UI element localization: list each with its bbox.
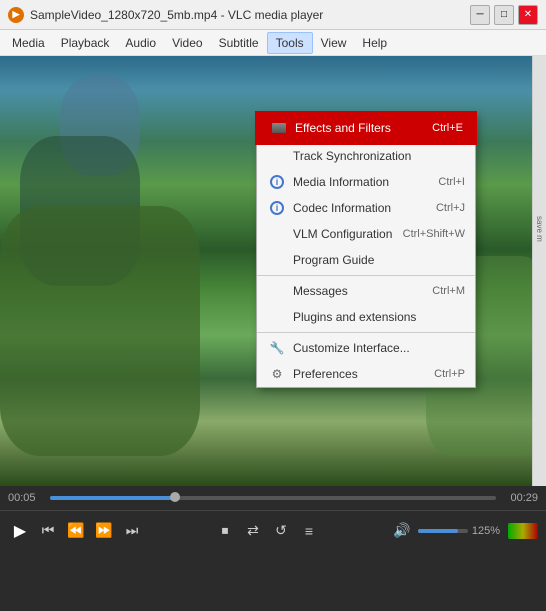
menu-preferences[interactable]: ⚙ Preferences Ctrl+P (257, 361, 475, 387)
menu-effects-filters[interactable]: Effects and Filters Ctrl+E (257, 113, 475, 143)
menu-customize[interactable]: 🔧 Customize Interface... (257, 335, 475, 361)
menu-codec-info[interactable]: i Codec Information Ctrl+J (257, 195, 475, 221)
toggle-button[interactable]: ⏹ (213, 519, 237, 543)
menu-media-info[interactable]: i Media Information Ctrl+I (257, 169, 475, 195)
current-time: 00:05 (8, 492, 44, 504)
track-sync-icon (267, 148, 287, 164)
messages-shortcut: Ctrl+M (432, 285, 465, 297)
volume-area: 🔊 125% (390, 519, 538, 543)
customize-label: Customize Interface... (293, 341, 465, 355)
plugins-label: Plugins and extensions (293, 310, 465, 324)
extra-button[interactable]: ≡ (297, 519, 321, 543)
play-button[interactable]: ▶ (8, 519, 32, 543)
messages-icon (267, 283, 287, 299)
separator-2 (257, 332, 475, 333)
next-frame-button[interactable]: ⏩ (92, 519, 116, 543)
progress-fill (50, 496, 175, 500)
media-info-shortcut: Ctrl+I (438, 176, 465, 188)
volume-gradient-indicator (508, 523, 538, 539)
preferences-label: Preferences (293, 367, 426, 381)
effects-label: Effects and Filters (295, 121, 424, 135)
window-controls: ─ □ ✕ (470, 5, 538, 25)
minimize-button[interactable]: ─ (470, 5, 490, 25)
close-button[interactable]: ✕ (518, 5, 538, 25)
menu-vlm-config[interactable]: VLM Configuration Ctrl+Shift+W (257, 221, 475, 247)
effects-shortcut: Ctrl+E (432, 122, 463, 134)
vlm-label: VLM Configuration (293, 227, 395, 241)
effects-icon (269, 120, 289, 136)
preferences-shortcut: Ctrl+P (434, 368, 465, 380)
program-guide-icon (267, 252, 287, 268)
progress-area: 00:05 00:29 (0, 486, 546, 510)
menu-item-help[interactable]: Help (354, 33, 395, 53)
codec-info-icon: i (267, 200, 287, 216)
menu-item-audio[interactable]: Audio (117, 33, 164, 53)
messages-label: Messages (293, 284, 424, 298)
codec-info-label: Codec Information (293, 201, 428, 215)
video-area: save m Effects and Filters Ctrl+E Track … (0, 56, 546, 486)
progress-track[interactable] (50, 496, 496, 500)
menu-track-sync[interactable]: Track Synchronization (257, 143, 475, 169)
vlm-icon (267, 226, 287, 242)
vlm-shortcut: Ctrl+Shift+W (403, 228, 465, 240)
volume-icon[interactable]: 🔊 (390, 519, 414, 543)
menu-messages[interactable]: Messages Ctrl+M (257, 278, 475, 304)
menu-plugins[interactable]: Plugins and extensions (257, 304, 475, 330)
menu-bar: Media Playback Audio Video Subtitle Tool… (0, 30, 546, 56)
menu-program-guide[interactable]: Program Guide (257, 247, 475, 273)
maximize-button[interactable]: □ (494, 5, 514, 25)
dropdown-overlay: Effects and Filters Ctrl+E Track Synchro… (0, 112, 546, 486)
tools-dropdown-menu: Effects and Filters Ctrl+E Track Synchro… (256, 112, 476, 388)
prev-button[interactable]: ⏮ (36, 519, 60, 543)
menu-item-video[interactable]: Video (164, 33, 210, 53)
plugins-icon (267, 309, 287, 325)
shuffle-button[interactable]: ⇄ (241, 519, 265, 543)
media-info-icon: i (267, 174, 287, 190)
track-sync-label: Track Synchronization (293, 149, 465, 163)
volume-track[interactable] (418, 529, 468, 533)
next-button[interactable]: ⏭ (120, 519, 144, 543)
menu-item-view[interactable]: View (313, 33, 355, 53)
menu-item-playback[interactable]: Playback (53, 33, 118, 53)
menu-item-media[interactable]: Media (4, 33, 53, 53)
total-time: 00:29 (502, 492, 538, 504)
codec-info-shortcut: Ctrl+J (436, 202, 465, 214)
prev-frame-button[interactable]: ⏪ (64, 519, 88, 543)
gear-icon: ⚙ (267, 366, 287, 382)
app-icon: ▶ (8, 7, 24, 23)
menu-item-subtitle[interactable]: Subtitle (211, 33, 267, 53)
window-title: SampleVideo_1280x720_5mb.mp4 - VLC media… (30, 8, 470, 22)
separator-1 (257, 275, 475, 276)
wrench-icon: 🔧 (267, 340, 287, 356)
program-guide-label: Program Guide (293, 253, 465, 267)
repeat-button[interactable]: ↺ (269, 519, 293, 543)
volume-fill (418, 529, 458, 533)
media-info-label: Media Information (293, 175, 430, 189)
controls-bar: ▶ ⏮ ⏪ ⏩ ⏭ ⏹ ⇄ ↺ ≡ 🔊 125% (0, 510, 546, 550)
volume-label: 125% (472, 525, 500, 537)
menu-item-tools[interactable]: Tools (267, 32, 313, 54)
title-bar: ▶ SampleVideo_1280x720_5mb.mp4 - VLC med… (0, 0, 546, 30)
progress-thumb (170, 492, 180, 502)
